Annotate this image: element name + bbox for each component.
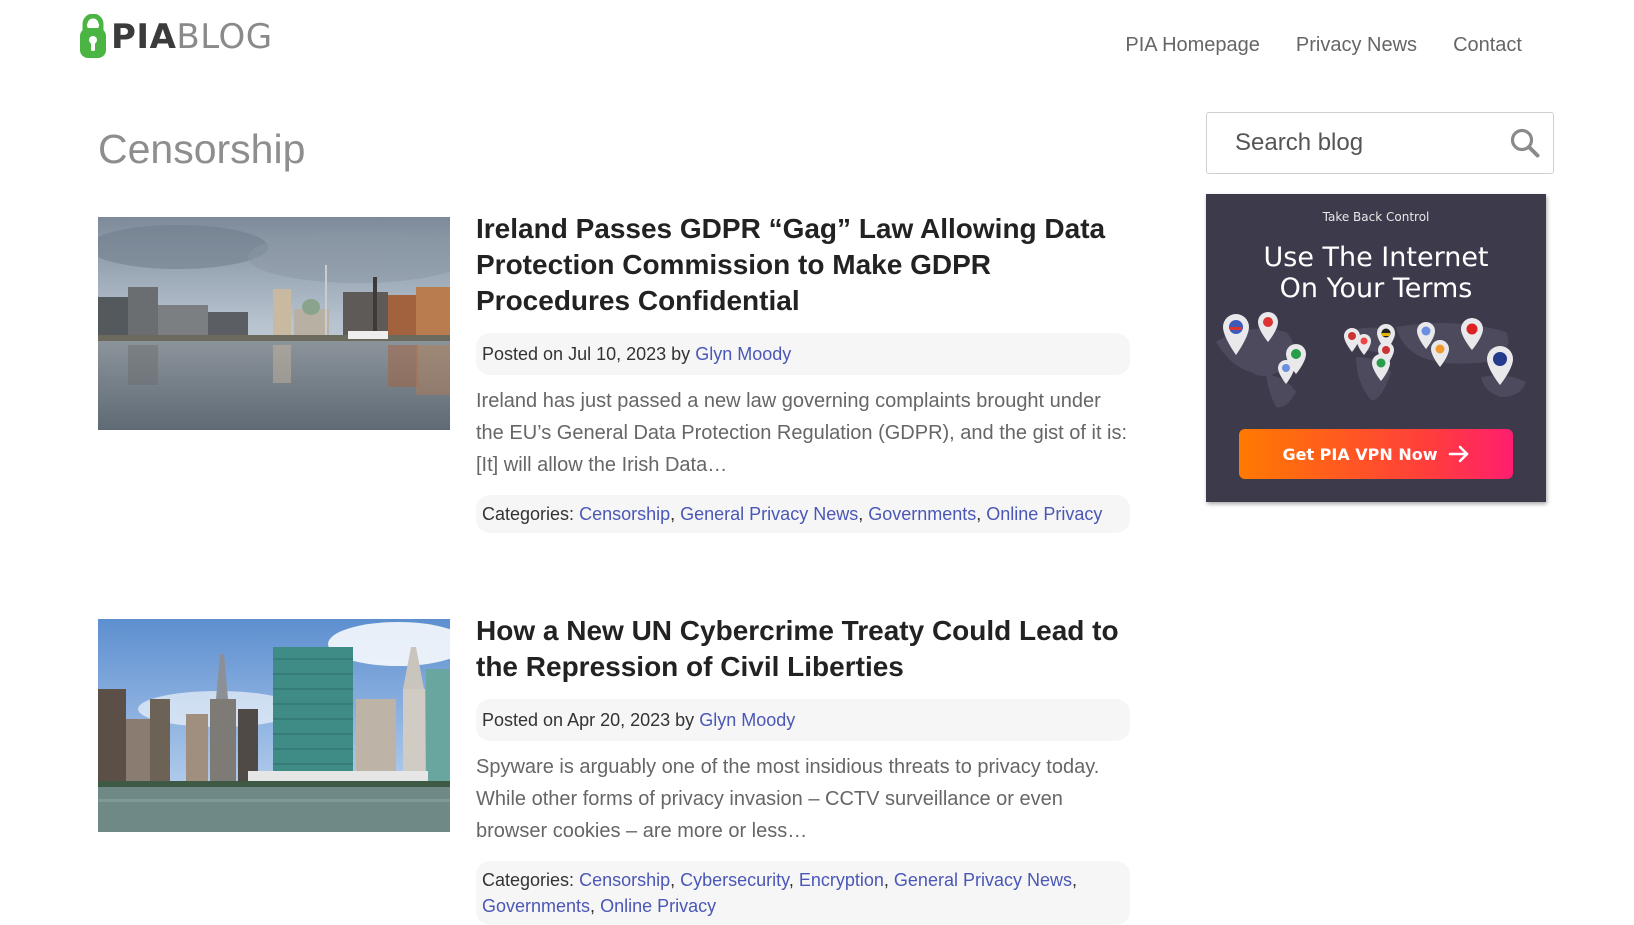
category-link-censorship[interactable]: Censorship (579, 504, 670, 524)
site-logo[interactable]: PIABLOG (78, 14, 273, 60)
pia-robot-lock-icon (80, 14, 106, 58)
post-title: How a New UN Cybercrime Treaty Could Lea… (476, 613, 1130, 685)
post-title-link[interactable]: How a New UN Cybercrime Treaty Could Lea… (476, 615, 1119, 682)
logo-text-blog: BLOG (176, 17, 273, 57)
main-nav: PIA Homepage Privacy News Contact (1125, 34, 1522, 57)
logo-text: PIABLOG (111, 20, 273, 54)
post-thumbnail-dublin-river[interactable] (98, 217, 450, 430)
search-box (1206, 112, 1554, 174)
categories-label: Categories: (482, 870, 575, 890)
posted-on-label: Posted on (482, 710, 564, 730)
ad-headline-line-2: On Your Terms (1279, 273, 1473, 304)
search-icon[interactable] (1509, 127, 1541, 159)
ad-kicker: Take Back Control (1322, 210, 1430, 224)
category-link-online-privacy[interactable]: Online Privacy (600, 896, 716, 916)
ad-headline: Use The Internet On Your Terms (1206, 242, 1546, 304)
post-title-link[interactable]: Ireland Passes GDPR “Gag” Law Allowing D… (476, 213, 1105, 316)
post-excerpt: Ireland has just passed a new law govern… (476, 390, 1128, 476)
categories-label: Categories: (482, 504, 575, 524)
post-categories: Categories: Censorship, General Privacy … (476, 495, 1130, 533)
author-link[interactable]: Glyn Moody (699, 710, 795, 730)
post-categories: Categories: Censorship, Cybersecurity, E… (476, 861, 1130, 925)
author-link[interactable]: Glyn Moody (695, 344, 791, 364)
nav-pia-homepage[interactable]: PIA Homepage (1125, 34, 1260, 57)
category-link-cybersecurity[interactable]: Cybersecurity (680, 870, 789, 890)
post-title: Ireland Passes GDPR “Gag” Law Allowing D… (476, 211, 1130, 319)
nav-contact[interactable]: Contact (1453, 34, 1522, 57)
post-excerpt: Spyware is arguably one of the most insi… (476, 756, 1100, 842)
category-link-censorship[interactable]: Censorship (579, 870, 670, 890)
posted-on-label: Posted on (482, 344, 564, 364)
page-title: Censorship (98, 126, 306, 172)
world-map-pins-illustration (1216, 312, 1526, 408)
category-link-online-privacy[interactable]: Online Privacy (986, 504, 1102, 524)
category-link-governments[interactable]: Governments (482, 896, 590, 916)
ad-button-label: Get PIA VPN Now (1282, 444, 1438, 464)
vpn-ad-banner[interactable]: Take Back Control Use The Internet On Yo… (1206, 194, 1546, 502)
post-date: Jul 10, 2023 (568, 344, 667, 364)
by-label: by (675, 710, 695, 730)
post-body: How a New UN Cybercrime Treaty Could Lea… (476, 615, 1130, 925)
get-pia-vpn-button[interactable]: Get PIA VPN Now (1239, 429, 1513, 479)
ad-headline-line-1: Use The Internet (1263, 242, 1489, 273)
logo-text-pia: PIA (111, 17, 177, 57)
search-input[interactable] (1207, 113, 1525, 173)
category-link-general-privacy-news[interactable]: General Privacy News (680, 504, 858, 524)
post-date: Apr 20, 2023 (567, 710, 671, 730)
category-link-governments[interactable]: Governments (868, 504, 976, 524)
post-body: Ireland Passes GDPR “Gag” Law Allowing D… (476, 213, 1130, 533)
category-link-encryption[interactable]: Encryption (799, 870, 884, 890)
post-thumbnail-un-skyline[interactable] (98, 619, 450, 832)
post-meta: Posted on Jul 10, 2023 by Glyn Moody (476, 333, 1130, 375)
category-link-general-privacy-news[interactable]: General Privacy News (894, 870, 1072, 890)
post-meta: Posted on Apr 20, 2023 by Glyn Moody (476, 699, 1130, 741)
nav-privacy-news[interactable]: Privacy News (1296, 34, 1417, 57)
arrow-right-icon (1448, 445, 1468, 463)
by-label: by (671, 344, 691, 364)
